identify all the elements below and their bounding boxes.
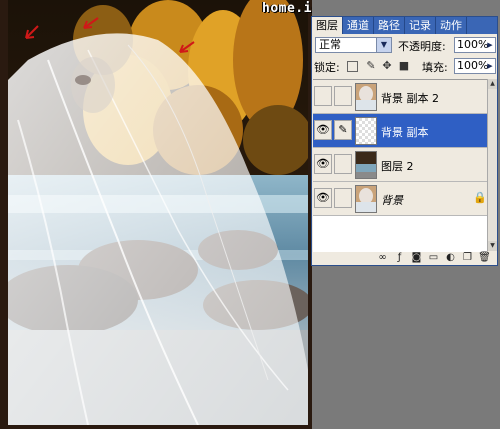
tab-actions[interactable]: 动作 — [436, 17, 467, 34]
layer-row-layer-2[interactable]: 👁 图层 2 — [313, 148, 487, 182]
layer-link-box[interactable] — [334, 86, 352, 106]
tab-paths[interactable]: 路径 — [374, 17, 405, 34]
lock-all-icon[interactable]: ■ — [398, 60, 410, 72]
layer-name: 背景 副本 2 — [381, 92, 439, 105]
opacity-field[interactable]: 100% ▶ — [454, 37, 496, 53]
layer-thumbnail — [355, 185, 377, 213]
layer-name: 背景 — [381, 194, 403, 207]
layer-thumbnail — [355, 117, 377, 145]
layer-style-icon[interactable]: ƒ — [393, 252, 406, 264]
tab-history[interactable]: 记录 — [405, 17, 436, 34]
fill-field[interactable]: 100% ▶ — [454, 58, 496, 74]
eye-icon[interactable]: 👁 — [314, 120, 332, 140]
layer-row-bg-copy[interactable]: 👁 ✎ 背景 副本 — [313, 114, 487, 148]
blend-mode-value: 正常 — [319, 38, 341, 51]
opacity-value: 100% — [457, 38, 489, 51]
scroll-up-icon[interactable]: ▲ — [488, 79, 497, 89]
chevron-right-icon: ▶ — [487, 62, 493, 70]
opacity-label: 不透明度: — [398, 40, 446, 53]
tab-channels[interactable]: 通道 — [343, 17, 374, 34]
lock-transparency-icon[interactable] — [347, 61, 358, 72]
panel-tab-bar: 图层 通道 路径 记录 动作 — [312, 17, 497, 34]
fill-value: 100% — [457, 59, 489, 72]
layer-name: 背景 副本 — [381, 126, 429, 139]
bride-photo — [8, 0, 308, 425]
tab-layers[interactable]: 图层 — [312, 17, 343, 34]
layers-panel: 图层 通道 路径 记录 动作 正常 ▼ 不透明度: 100% ▶ 锁定: ✎ ✥… — [311, 16, 498, 266]
chevron-down-icon: ▼ — [376, 38, 391, 52]
eye-icon[interactable]: 👁 — [314, 154, 332, 174]
visibility-toggle[interactable] — [314, 86, 332, 106]
document-canvas[interactable]: home.iecool.com — [0, 0, 312, 429]
eye-icon[interactable]: 👁 — [314, 188, 332, 208]
layers-scrollbar[interactable]: ▲ ▼ — [487, 79, 497, 251]
layer-link-box[interactable] — [334, 188, 352, 208]
layer-name: 图层 2 — [381, 160, 414, 173]
layer-row-background[interactable]: 👁 背景 🔒 — [313, 182, 487, 216]
lock-position-move-icon[interactable]: ✥ — [381, 60, 393, 72]
scroll-down-icon[interactable]: ▼ — [488, 241, 497, 251]
adjustment-layer-icon[interactable]: ◐ — [444, 252, 457, 264]
chevron-right-icon: ▶ — [487, 41, 493, 49]
layer-row-bg-copy-2[interactable]: 背景 副本 2 — [313, 80, 487, 114]
link-layers-icon[interactable]: ∞ — [376, 252, 389, 264]
brush-icon[interactable]: ✎ — [334, 120, 352, 140]
blend-mode-select[interactable]: 正常 ▼ — [315, 37, 392, 53]
watermark-text: home.iecool.com — [262, 1, 312, 16]
lock-pixels-brush-icon[interactable]: ✎ — [365, 60, 377, 72]
layer-mask-icon[interactable]: ◙ — [410, 252, 423, 264]
trash-icon[interactable]: 🗑 — [478, 252, 491, 264]
layer-link-box[interactable] — [334, 154, 352, 174]
new-layer-icon[interactable]: ❐ — [461, 252, 474, 264]
panel-bottom-toolbar: ∞ ƒ ◙ ▭ ◐ ❐ 🗑 — [312, 252, 497, 265]
lock-label: 锁定: — [314, 61, 340, 74]
layer-thumbnail — [355, 151, 377, 179]
new-set-icon[interactable]: ▭ — [427, 252, 440, 264]
lock-icon: 🔒 — [473, 191, 487, 204]
layers-list: 背景 副本 2 👁 ✎ 背景 副本 👁 图层 2 👁 背景 🔒 — [313, 79, 487, 252]
layer-thumbnail — [355, 83, 377, 111]
lock-row: 锁定: ✎ ✥ ■ 填充: 100% ▶ — [314, 58, 496, 76]
fill-label: 填充: — [422, 61, 448, 74]
blend-row: 正常 ▼ 不透明度: 100% ▶ — [314, 37, 496, 55]
